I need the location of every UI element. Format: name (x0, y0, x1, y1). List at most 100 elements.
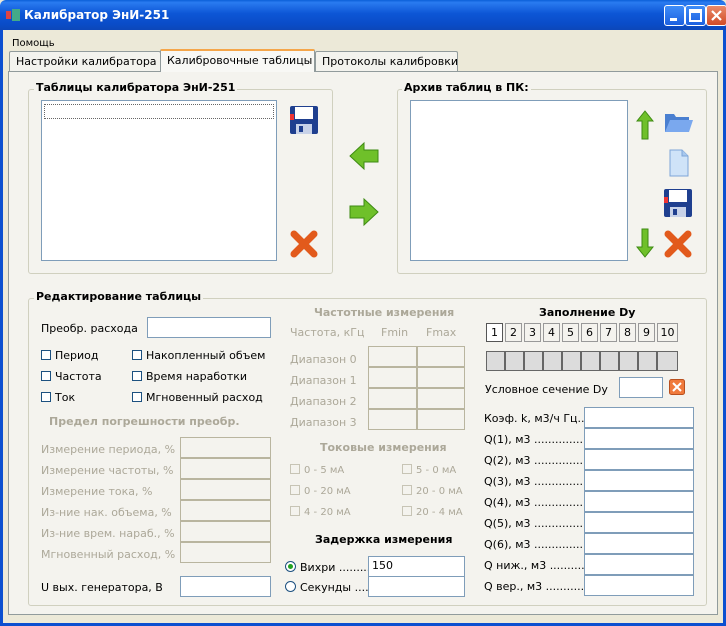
error-row-label: Измерение тока, % (41, 485, 153, 498)
tab-calibration-tables[interactable]: Калибровочные таблицы (160, 49, 315, 72)
dy-row-input[interactable] (584, 428, 694, 449)
dy-button[interactable]: 6 (581, 323, 598, 342)
maximize-button[interactable] (685, 5, 706, 26)
tab-calibration-protocols[interactable]: Протоколы калибровки (315, 51, 458, 71)
move-down-icon[interactable] (636, 228, 654, 258)
new-document-icon[interactable] (662, 147, 694, 179)
radio-vortex[interactable]: Вихри .......... (285, 561, 374, 574)
arrow-right-icon[interactable] (348, 196, 380, 228)
save-to-pc-icon[interactable] (662, 187, 694, 219)
current-option-label: 0 - 5 мА (304, 465, 345, 476)
checkbox-instant-flow-label: Мгновенный расход (146, 391, 263, 404)
checkbox-frequency[interactable]: Частота (41, 370, 102, 383)
save-to-device-icon[interactable] (288, 104, 320, 136)
calibrator-tables-list[interactable] (41, 100, 277, 261)
checkbox-operating-time[interactable]: Время наработки (132, 370, 247, 383)
dy-button[interactable]: 2 (505, 323, 522, 342)
current-option-20-4[interactable]: 20 - 4 мА (402, 506, 463, 518)
error-row-label: Мгновенный расход, % (41, 548, 176, 561)
radio-seconds[interactable]: Секунды ..... (285, 581, 372, 594)
generator-voltage-label: U вых. генератора, В (41, 581, 163, 594)
checkbox-instant-flow[interactable]: Мгновенный расход (132, 391, 263, 404)
current-option-0-5[interactable]: 0 - 5 мА (290, 464, 344, 476)
radio-seconds-label: Секунды ..... (300, 581, 373, 594)
delete-from-pc-icon[interactable] (662, 228, 694, 260)
checkbox-box (132, 392, 142, 402)
minimize-icon (670, 18, 677, 21)
dy-row-input[interactable] (584, 407, 694, 428)
dy-row-input[interactable] (584, 449, 694, 470)
current-option-20-0[interactable]: 20 - 0 мА (402, 485, 463, 497)
current-option-0-20[interactable]: 0 - 20 мА (290, 485, 351, 497)
close-button[interactable] (706, 5, 726, 26)
freq-fmax-input[interactable] (417, 346, 465, 367)
error-row-input[interactable] (180, 500, 271, 521)
dy-button[interactable]: 10 (657, 323, 678, 342)
dy-button[interactable]: 5 (562, 323, 579, 342)
freq-fmin-input[interactable] (368, 388, 417, 409)
pc-archive-list[interactable] (410, 100, 628, 261)
checkbox-box (41, 350, 51, 360)
error-row-input[interactable] (180, 458, 271, 479)
dy-row-input[interactable] (584, 512, 694, 533)
freq-fmin-input[interactable] (368, 346, 417, 367)
move-up-icon[interactable] (636, 110, 654, 140)
arrow-left-icon[interactable] (348, 140, 380, 172)
error-row-input[interactable] (180, 479, 271, 500)
dy-button[interactable]: 9 (638, 323, 655, 342)
checkbox-box (41, 392, 51, 402)
dy-row-input[interactable] (584, 470, 694, 491)
seconds-delay-input[interactable] (368, 576, 465, 597)
vortex-delay-input[interactable]: 150 (368, 556, 465, 577)
freq-fmax-input[interactable] (417, 409, 465, 430)
dy-row-input[interactable] (584, 491, 694, 512)
window-title: Калибратор ЭнИ-251 (24, 8, 170, 22)
dy-row-input[interactable] (584, 554, 694, 575)
dy-indicator (657, 351, 678, 371)
dy-button[interactable]: 4 (543, 323, 560, 342)
dy-button[interactable]: 1 (486, 323, 503, 342)
dy-button[interactable]: 8 (619, 323, 636, 342)
current-option-4-20[interactable]: 4 - 20 мА (290, 506, 351, 518)
minimize-button[interactable] (664, 5, 685, 26)
open-folder-icon[interactable] (662, 106, 694, 138)
close-icon (711, 10, 722, 21)
checkbox-box (402, 464, 412, 474)
freq-title: Частотные измерения (314, 306, 455, 319)
current-option-5-0[interactable]: 5 - 0 мА (402, 464, 456, 476)
pc-archive-title: Архив таблиц в ПК: (402, 81, 531, 94)
tab-calibrator-settings[interactable]: Настройки калибратора (9, 51, 161, 71)
error-row-input[interactable] (180, 437, 271, 458)
calibrator-tables-title: Таблицы калибратора ЭнИ-251 (34, 81, 238, 94)
error-limit-title: Предел погрешности преобр. (49, 415, 240, 428)
freq-fmax-input[interactable] (417, 388, 465, 409)
checkbox-box (290, 464, 300, 474)
error-row-input[interactable] (180, 521, 271, 542)
dy-row-input[interactable] (584, 533, 694, 554)
checkbox-period[interactable]: Период (41, 349, 99, 362)
freq-range-label: Диапазон 1 (290, 374, 357, 387)
nominal-dy-input[interactable] (619, 377, 663, 398)
clear-dy-icon[interactable] (669, 379, 685, 395)
dy-indicator (562, 351, 581, 371)
dy-row-input[interactable] (584, 575, 694, 596)
dy-button[interactable]: 3 (524, 323, 541, 342)
checkbox-current[interactable]: Ток (41, 391, 75, 404)
delay-title: Задержка измерения (315, 533, 453, 546)
menu-help[interactable]: Помощь (12, 38, 55, 49)
error-row-label: Из-ние врем. нараб., % (41, 527, 175, 540)
radio-dot (285, 561, 296, 572)
dy-indicator (638, 351, 657, 371)
checkbox-period-label: Период (55, 349, 99, 362)
error-row-input[interactable] (180, 542, 271, 563)
generator-voltage-input[interactable] (180, 576, 271, 597)
radio-vortex-label: Вихри .......... (300, 561, 374, 574)
dy-button[interactable]: 7 (600, 323, 617, 342)
delete-from-device-icon[interactable] (288, 228, 320, 260)
freq-fmin-input[interactable] (368, 409, 417, 430)
freq-fmax-input[interactable] (417, 367, 465, 388)
flow-conversion-input[interactable] (147, 317, 271, 338)
dy-indicator (600, 351, 619, 371)
checkbox-accumulated-volume[interactable]: Накопленный объем (132, 349, 265, 362)
freq-fmin-input[interactable] (368, 367, 417, 388)
